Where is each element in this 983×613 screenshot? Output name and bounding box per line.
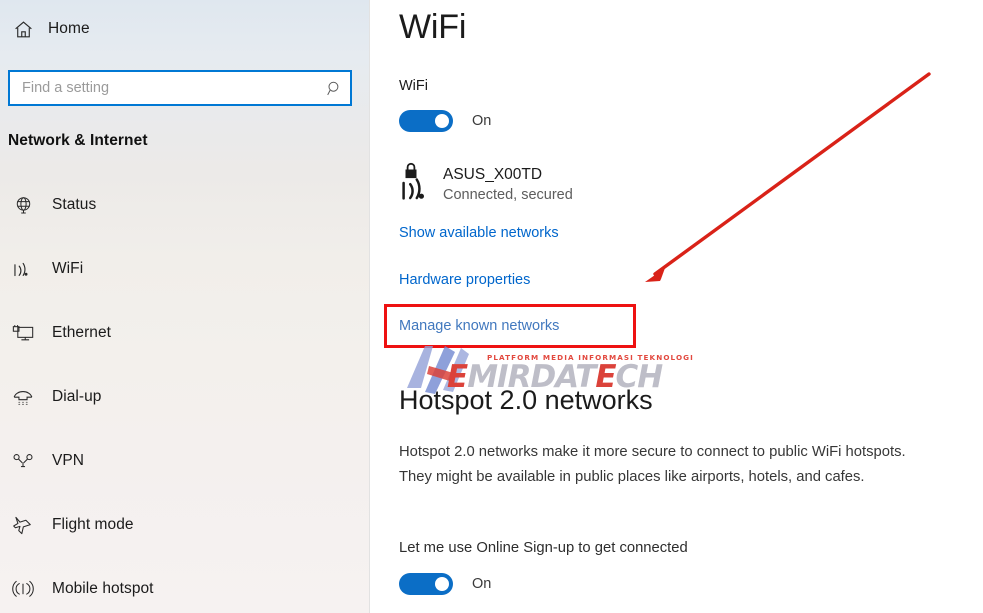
toggle-knob: [435, 114, 449, 128]
sidebar-item-vpn[interactable]: VPN: [0, 446, 370, 476]
sidebar-item-ethernet-label: Ethernet: [52, 324, 111, 341]
main-content: WiFi WiFi On ASUS_X00TD Connected, secur…: [371, 0, 983, 613]
wifi-toggle-state: On: [472, 113, 492, 129]
sidebar-item-wifi-label: WiFi: [52, 260, 84, 277]
wifi-toggle-label: WiFi: [399, 78, 428, 94]
hotspot-heading: Hotspot 2.0 networks: [399, 385, 653, 415]
search-icon[interactable]: [318, 72, 350, 104]
home-icon: [12, 18, 34, 40]
sidebar: Home Network & Internet: [0, 0, 370, 613]
globe-icon: [8, 193, 38, 217]
sidebar-home-button[interactable]: Home: [6, 14, 96, 44]
toggle-knob: [435, 577, 449, 591]
vpn-key-icon: [8, 449, 38, 473]
network-text-group: ASUS_X00TD Connected, secured: [443, 162, 573, 206]
sidebar-item-flight-mode[interactable]: Flight mode: [0, 510, 370, 540]
search-input[interactable]: [10, 72, 318, 104]
sidebar-item-vpn-label: VPN: [52, 452, 85, 469]
wifi-toggle-row: On: [399, 110, 491, 132]
sidebar-item-status[interactable]: Status: [0, 190, 370, 220]
hotspot-description: Hotspot 2.0 networks make it more secure…: [399, 444, 906, 485]
online-signup-toggle-row: On: [399, 573, 491, 595]
search-box[interactable]: [8, 70, 352, 106]
page-title: WiFi: [399, 8, 467, 46]
telephone-icon: [8, 385, 38, 409]
network-name: ASUS_X00TD: [443, 166, 543, 183]
settings-window: Home Network & Internet: [0, 0, 983, 613]
sidebar-item-ethernet[interactable]: Ethernet: [0, 318, 370, 348]
connected-network: ASUS_X00TD Connected, secured: [399, 162, 573, 206]
wifi-secured-icon: [399, 162, 443, 206]
sidebar-nav-list: Status WiFi Ethernet Dial-up VPN Flight …: [0, 190, 370, 613]
sidebar-category-title: Network & Internet: [8, 132, 148, 149]
sidebar-item-status-label: Status: [52, 196, 97, 213]
online-signup-toggle-switch[interactable]: [399, 573, 453, 595]
airplane-icon: [8, 513, 38, 537]
show-available-networks-link[interactable]: Show available networks: [399, 225, 559, 241]
sidebar-item-dialup-label: Dial-up: [52, 388, 102, 405]
online-signup-toggle-state: On: [472, 576, 492, 592]
network-status: Connected, secured: [443, 187, 573, 203]
sidebar-item-flight-mode-label: Flight mode: [52, 516, 134, 533]
sidebar-item-mobile-hotspot[interactable]: Mobile hotspot: [0, 574, 370, 604]
online-signup-label: Let me use Online Sign-up to get connect…: [399, 540, 688, 556]
wifi-toggle-switch[interactable]: [399, 110, 453, 132]
sidebar-item-dialup[interactable]: Dial-up: [0, 382, 370, 412]
sidebar-item-mobile-hotspot-label: Mobile hotspot: [52, 580, 154, 597]
manage-known-networks-link[interactable]: Manage known networks: [399, 318, 559, 334]
wifi-icon: [8, 257, 38, 281]
sidebar-item-wifi[interactable]: WiFi: [0, 254, 370, 284]
hardware-properties-link[interactable]: Hardware properties: [399, 272, 530, 288]
monitor-ethernet-icon: [8, 321, 38, 345]
broadcast-icon: [8, 577, 38, 601]
sidebar-home-label: Home: [48, 20, 90, 37]
